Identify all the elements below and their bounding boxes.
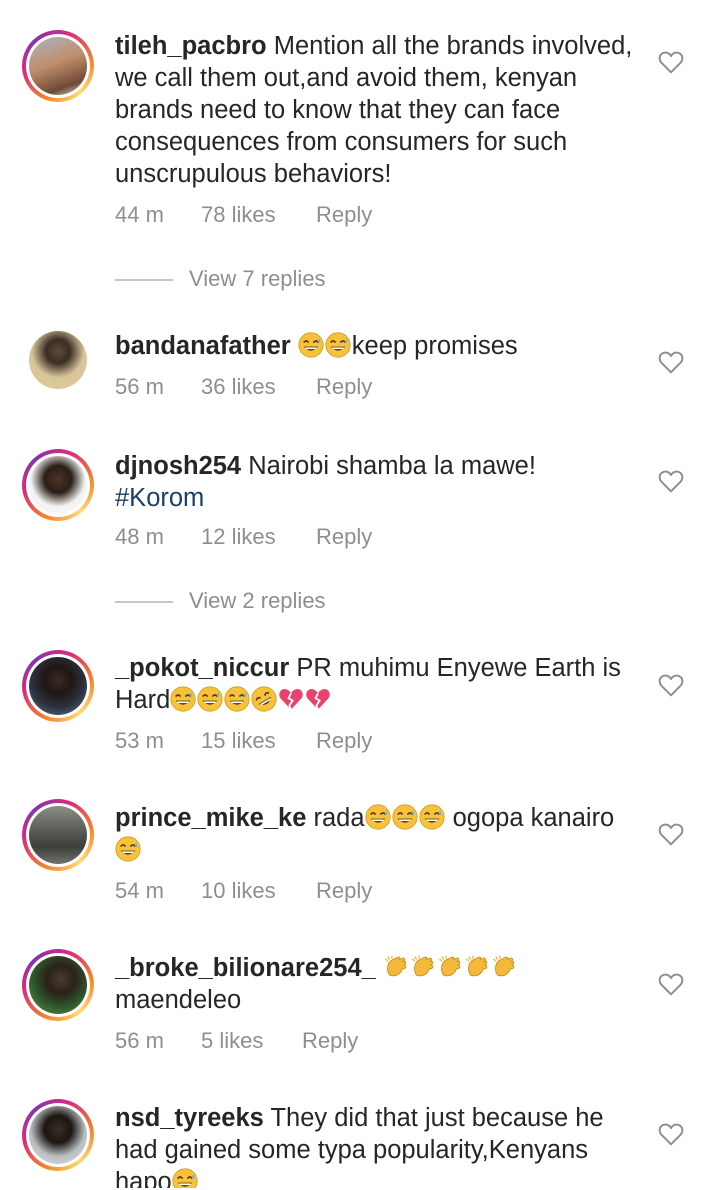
grin-sweat-emoji (115, 836, 141, 862)
comment-meta: 44 m 78 likes Reply (115, 202, 372, 228)
comment-meta: 53 m 15 likes Reply (115, 728, 372, 754)
comment-likes[interactable]: 15 likes (201, 728, 316, 754)
reply-button[interactable]: Reply (316, 202, 372, 228)
view-replies-label: View 2 replies (189, 588, 326, 613)
avatar[interactable] (22, 449, 94, 521)
avatar[interactable] (22, 1099, 94, 1171)
avatar[interactable] (22, 324, 94, 396)
grin-sweat-emoji (365, 804, 391, 830)
grin-sweat-emoji (172, 1168, 198, 1188)
comment-text: nsd_tyreeks They did that just because h… (115, 1102, 635, 1188)
grin-sweat-emoji (170, 686, 196, 712)
comment-text: bandanafather keep promises (115, 330, 635, 362)
comment-text: prince_mike_ke rada ogopa kanairo (115, 802, 635, 866)
view-replies-button[interactable]: View 7 replies (115, 266, 326, 292)
comment-text: djnosh254 Nairobi shamba la mawe! #Korom (115, 450, 635, 514)
grin-sweat-emoji (224, 686, 250, 712)
comment-text: _broke_bilionare254_ maendeleo (115, 952, 635, 1016)
heart-outline-icon[interactable] (658, 673, 684, 697)
comment-username[interactable]: djnosh254 (115, 452, 241, 480)
comment-username[interactable]: _broke_bilionare254_ (115, 954, 376, 982)
comment-username[interactable]: _pokot_niccur (115, 654, 289, 682)
comment-username[interactable]: tileh_pacbro (115, 32, 267, 60)
clapping-hands-emoji (491, 954, 517, 980)
view-replies-button[interactable]: View 2 replies (115, 588, 326, 614)
reply-button[interactable]: Reply (316, 878, 372, 904)
comment-likes[interactable]: 5 likes (201, 1028, 302, 1054)
rofl-emoji (251, 686, 277, 712)
heart-outline-icon[interactable] (658, 469, 684, 493)
heart-outline-icon[interactable] (658, 972, 684, 996)
view-replies-label: View 7 replies (189, 266, 326, 291)
divider-line (115, 279, 173, 281)
avatar[interactable] (22, 650, 94, 722)
comment-likes[interactable]: 10 likes (201, 878, 316, 904)
comment-meta: 56 m 5 likes Reply (115, 1028, 358, 1054)
broken-heart-emoji (278, 686, 304, 712)
grin-sweat-emoji (392, 804, 418, 830)
comment-meta: 56 m 36 likes Reply (115, 374, 372, 400)
comment-time: 54 m (115, 878, 164, 903)
clapping-hands-emoji (437, 954, 463, 980)
comment-likes[interactable]: 78 likes (201, 202, 316, 228)
grin-sweat-emoji (197, 686, 223, 712)
comment-body-b: ogopa kanairo (452, 804, 615, 832)
comment-meta: 54 m 10 likes Reply (115, 878, 372, 904)
hashtag-link[interactable]: #Korom (115, 484, 204, 512)
heart-outline-icon[interactable] (658, 350, 684, 374)
comment-time: 56 m (115, 1028, 164, 1053)
comment-likes[interactable]: 36 likes (201, 374, 316, 400)
broken-heart-emoji (305, 686, 331, 712)
comment-body: Nairobi shamba la mawe! (248, 452, 536, 480)
avatar[interactable] (22, 949, 94, 1021)
comment-body-a: rada (313, 804, 365, 832)
reply-button[interactable]: Reply (316, 524, 372, 550)
comment-text: tileh_pacbro Mention all the brands invo… (115, 30, 635, 190)
heart-outline-icon[interactable] (658, 50, 684, 74)
comment-text: _pokot_niccur PR muhimu Enyewe Earth is … (115, 652, 635, 716)
reply-button[interactable]: Reply (316, 728, 372, 754)
comment-likes[interactable]: 12 likes (201, 524, 316, 550)
comment-meta: 48 m 12 likes Reply (115, 524, 372, 550)
comment-username[interactable]: bandanafather (115, 332, 291, 360)
avatar[interactable] (22, 799, 94, 871)
reply-button[interactable]: Reply (302, 1028, 358, 1054)
avatar[interactable] (22, 30, 94, 102)
comment-username[interactable]: prince_mike_ke (115, 804, 306, 832)
grin-sweat-emoji (298, 332, 324, 358)
grin-sweat-emoji (419, 804, 445, 830)
reply-button[interactable]: Reply (316, 374, 372, 400)
comment-time: 44 m (115, 202, 164, 227)
comment-body: keep promises (351, 332, 518, 360)
clapping-hands-emoji (383, 954, 409, 980)
grin-sweat-emoji (325, 332, 351, 358)
comment-time: 53 m (115, 728, 164, 753)
heart-outline-icon[interactable] (658, 822, 684, 846)
comment-time: 48 m (115, 524, 164, 549)
clapping-hands-emoji (464, 954, 490, 980)
clapping-hands-emoji (410, 954, 436, 980)
comment-body: maendeleo (115, 986, 242, 1014)
comment-username[interactable]: nsd_tyreeks (115, 1104, 264, 1132)
divider-line (115, 601, 173, 603)
heart-outline-icon[interactable] (658, 1122, 684, 1146)
comment-time: 56 m (115, 374, 164, 399)
